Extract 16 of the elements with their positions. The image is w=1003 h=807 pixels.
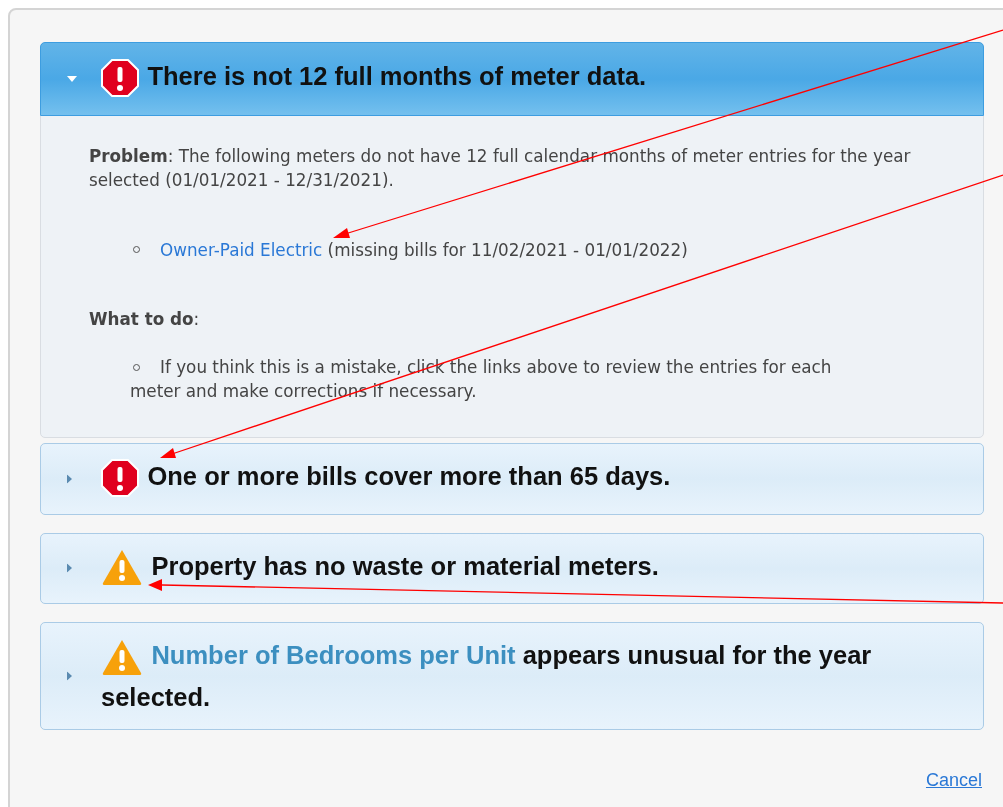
issue-header[interactable]: Property has no waste or material meters. bbox=[41, 533, 983, 604]
issue-title: One or more bills cover more than 65 days. bbox=[147, 461, 671, 490]
what-to-do-label: What to do: bbox=[89, 307, 201, 331]
caret-right-icon bbox=[67, 671, 72, 681]
caret-right-icon bbox=[67, 563, 72, 573]
issue-title: There is not 12 full months of meter data. bbox=[147, 62, 647, 90]
issue-header[interactable]: Number of Bedrooms per Unit appears unusual for the year selected. bbox=[41, 623, 983, 730]
caret-right-icon bbox=[67, 474, 72, 484]
cancel-link[interactable]: Cancel bbox=[925, 770, 982, 792]
issue-header[interactable]: There is not 12 full months of meter data. bbox=[40, 42, 984, 116]
issue-title: Property has no waste or material meters. bbox=[151, 551, 659, 580]
issue-header[interactable]: One or more bills cover more than 65 days. bbox=[41, 443, 983, 514]
problem-text: Problem: The following meters do not have 12 full calendar months of meter entries for the year selected (01/01/2021 - 12/31/2021). bbox=[89, 144, 912, 192]
meter-item: Owner-Paid Electric (missing bills for 11/02/2021 - 01/01/2022) bbox=[160, 238, 688, 262]
caret-down-icon bbox=[67, 75, 77, 82]
meter-link[interactable]: Owner-Paid Electric bbox=[160, 239, 323, 260]
